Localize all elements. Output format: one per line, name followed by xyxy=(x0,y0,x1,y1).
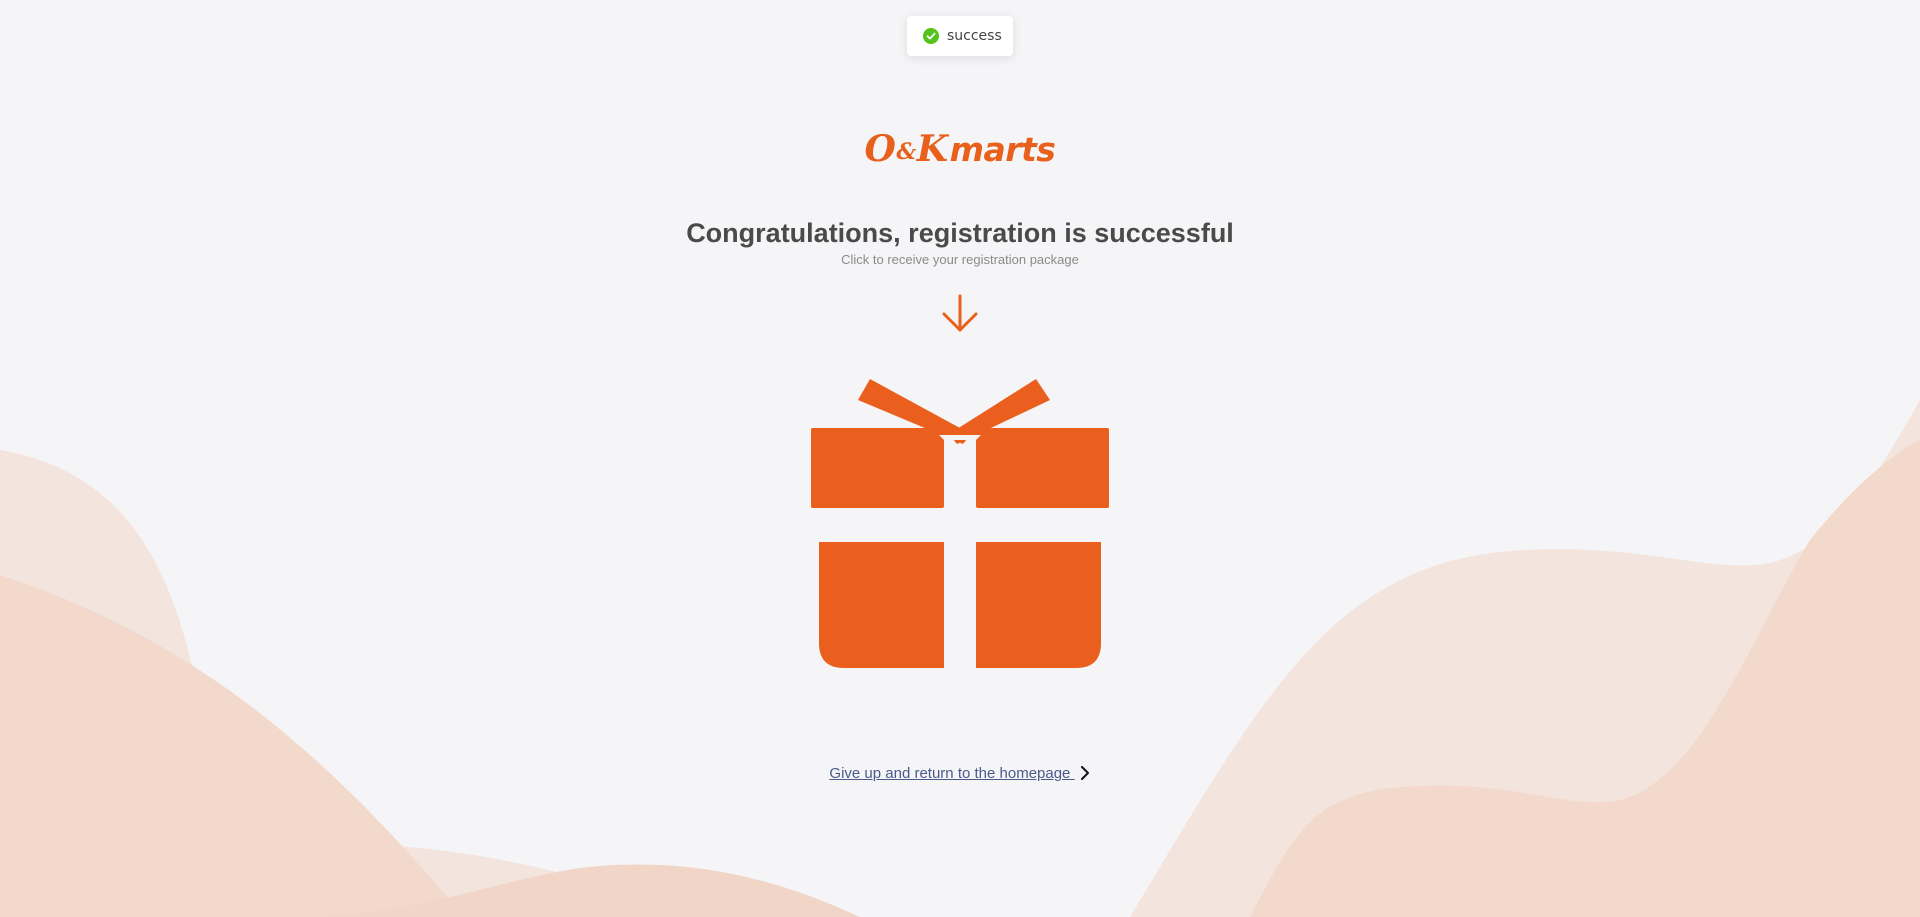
page-title: Congratulations, registration is success… xyxy=(686,218,1234,248)
logo-ampersand: & xyxy=(896,139,916,165)
return-homepage-link-wrapper: Give up and return to the homepage xyxy=(0,763,1920,782)
return-homepage-label: Give up and return to the homepage xyxy=(829,765,1075,782)
gift-lid-right xyxy=(976,428,1109,508)
registration-success-page: success O&Kmarts Congratulations, regist… xyxy=(0,0,1920,917)
check-circle-icon xyxy=(923,28,939,44)
return-homepage-link[interactable]: Give up and return to the homepage xyxy=(829,765,1074,782)
gift-box-right xyxy=(976,542,1101,668)
logo-part-marts: marts xyxy=(949,130,1056,169)
chevron-right-icon[interactable] xyxy=(1079,766,1091,780)
logo-part-o: O xyxy=(864,128,896,170)
gift-box-left xyxy=(819,542,944,668)
toast-message: success xyxy=(947,28,1002,44)
gift-knot-gap xyxy=(939,435,981,440)
page-subtitle: Click to receive your registration packa… xyxy=(841,252,1079,267)
success-toast: success xyxy=(907,16,1013,56)
gift-lid-left xyxy=(811,428,944,508)
logo-part-k: K xyxy=(916,128,948,170)
brand-logo[interactable]: O&Kmarts xyxy=(0,128,1920,170)
wave-left-dark xyxy=(0,575,470,917)
arrow-down-icon xyxy=(942,294,978,332)
gift-icon[interactable] xyxy=(808,375,1112,670)
